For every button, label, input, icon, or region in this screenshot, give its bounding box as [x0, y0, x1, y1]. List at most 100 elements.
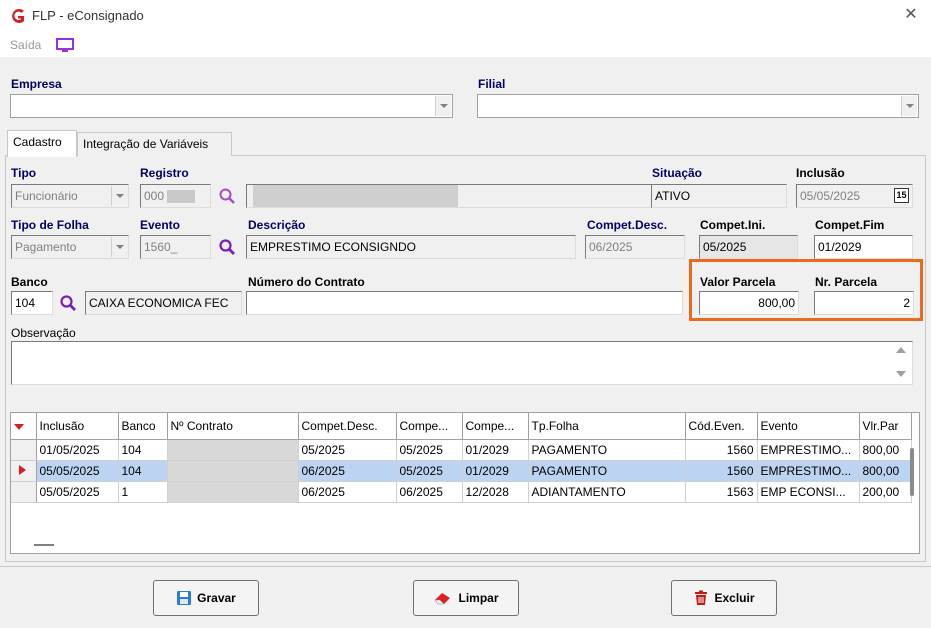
cell-compet-fim: 12/2028 [462, 481, 529, 503]
tipo-folha-label: Tipo de Folha [11, 218, 89, 232]
chevron-down-icon [111, 237, 127, 257]
trash-icon [695, 590, 708, 605]
cell-contrato [167, 460, 299, 482]
nome-funcionario-input[interactable] [246, 184, 676, 208]
limpar-button[interactable]: Limpar [413, 580, 519, 616]
inclusao-label: Inclusão [796, 166, 845, 180]
cell-banco: 104 [118, 460, 168, 482]
table-row-selected[interactable]: 05/05/2025 104 06/2025 05/2025 01/2029 P… [11, 460, 912, 482]
column-header[interactable]: Tp.Folha [528, 413, 686, 440]
column-header[interactable]: Inclusão [36, 413, 119, 440]
banco-label: Banco [11, 275, 48, 289]
cell-compet-desc: 05/2025 [298, 439, 397, 461]
cell-vlr-parcela: 800,00 [859, 439, 912, 461]
column-header[interactable]: Compe... [396, 413, 463, 440]
observacao-textarea[interactable] [11, 341, 913, 385]
descricao-input[interactable]: EMPRESTIMO ECONSIGNDO [246, 235, 576, 259]
cell-tp-folha: PAGAMENTO [528, 460, 686, 482]
registro-label: Registro [140, 166, 189, 180]
column-header[interactable]: Banco [118, 413, 168, 440]
vertical-scroll-thumb[interactable] [910, 448, 914, 496]
chevron-down-icon [901, 96, 917, 116]
observacao-label: Observação [11, 326, 76, 340]
banco-code-input[interactable]: 104 [11, 291, 53, 315]
tipo-folha-select[interactable]: Pagamento [11, 235, 129, 259]
compet-desc-label: Compet.Desc. [587, 218, 668, 232]
cell-vlr-parcela: 800,00 [859, 460, 912, 482]
registro-value: 000 [144, 189, 165, 203]
eraser-icon [434, 593, 451, 605]
excluir-button[interactable]: Excluir [671, 580, 777, 616]
valor-parcela-label: Valor Parcela [700, 275, 776, 289]
calendar-icon[interactable]: 15 [894, 188, 909, 203]
column-header[interactable]: Nº Contrato [167, 413, 299, 440]
filial-label: Filial [478, 77, 506, 91]
scroll-down-icon[interactable] [896, 371, 906, 377]
cell-evento: EMP ECONSI... [757, 481, 860, 503]
search-icon[interactable] [218, 187, 236, 205]
inclusao-value: 05/05/2025 [800, 189, 861, 203]
row-indicator [11, 460, 37, 482]
cell-cod-evento: 1560 [685, 439, 758, 461]
scroll-up-icon[interactable] [896, 347, 906, 353]
vertical-scrollbar[interactable] [906, 440, 919, 550]
cell-banco: 1 [118, 481, 168, 503]
banco-name-input[interactable]: CAIXA ECONOMICA FEC [85, 291, 242, 315]
compet-desc-input[interactable]: 06/2025 [585, 235, 685, 259]
search-icon[interactable] [218, 238, 236, 256]
close-button[interactable]: ✕ [900, 4, 922, 26]
column-header[interactable]: Cód.Even. [685, 413, 758, 440]
compet-fim-input[interactable]: 01/2029 [814, 235, 913, 259]
menu-bar [0, 33, 931, 57]
menu-item-saida[interactable]: Saída [10, 38, 41, 52]
cell-contrato [167, 481, 299, 503]
inclusao-date-input[interactable]: 05/05/2025 15 [796, 184, 913, 208]
horizontal-scroll-thumb[interactable] [34, 544, 54, 546]
contracts-table: Inclusão Banco Nº Contrato Compet.Desc. … [11, 413, 912, 503]
evento-input[interactable]: 1560_ [140, 235, 211, 259]
divider [0, 566, 931, 567]
valor-parcela-input[interactable]: 800,00 [699, 291, 799, 315]
filial-select[interactable] [477, 94, 919, 118]
chevron-down-icon [435, 96, 451, 116]
gravar-button[interactable]: Gravar [153, 580, 259, 616]
table-row[interactable]: 01/05/2025 104 05/2025 05/2025 01/2029 P… [11, 439, 912, 461]
nr-parcela-input[interactable]: 2 [814, 291, 914, 315]
evento-label: Evento [140, 218, 181, 232]
situacao-label: Situação [652, 166, 703, 180]
cell-compet-desc: 06/2025 [298, 481, 397, 503]
limpar-label: Limpar [458, 591, 499, 605]
tipo-value: Funcionário [15, 189, 78, 203]
registro-input[interactable]: 000 [140, 184, 211, 208]
save-icon [177, 591, 192, 605]
cell-vlr-parcela: 200,00 [859, 481, 912, 503]
table-row[interactable]: 05/05/2025 1 06/2025 06/2025 12/2028 ADI… [11, 481, 912, 503]
cell-tp-folha: ADIANTAMENTO [528, 481, 686, 503]
tipo-label: Tipo [11, 166, 37, 180]
app-logo-icon [12, 9, 24, 23]
nr-parcela-label: Nr. Parcela [815, 275, 878, 289]
column-header[interactable]: Compet.Desc. [298, 413, 397, 440]
empresa-label: Empresa [11, 77, 62, 91]
row-indicator [11, 481, 37, 503]
search-icon[interactable] [59, 294, 77, 312]
cell-tp-folha: PAGAMENTO [528, 439, 686, 461]
sort-indicator-cell[interactable] [11, 413, 37, 440]
cell-banco: 104 [118, 439, 168, 461]
column-header[interactable]: Evento [757, 413, 860, 440]
cell-compet-ini: 06/2025 [396, 481, 463, 503]
column-header[interactable]: Compe... [462, 413, 529, 440]
situacao-input[interactable]: ATIVO [651, 184, 787, 208]
contrato-input[interactable] [246, 291, 683, 315]
tab-cadastro[interactable]: Cadastro [7, 130, 77, 157]
row-indicator [11, 439, 37, 461]
cell-compet-desc: 06/2025 [298, 460, 397, 482]
cell-evento: EMPRESTIMO... [757, 460, 860, 482]
compet-ini-input[interactable]: 05/2025 [699, 235, 798, 259]
monitor-icon[interactable] [55, 37, 75, 53]
empresa-select[interactable] [10, 94, 453, 118]
tab-integracao-variaveis[interactable]: Integração de Variáveis [77, 132, 232, 156]
tipo-select[interactable]: Funcionário [11, 184, 129, 208]
excluir-label: Excluir [714, 591, 755, 605]
column-header[interactable]: Vlr.Par [859, 413, 912, 440]
